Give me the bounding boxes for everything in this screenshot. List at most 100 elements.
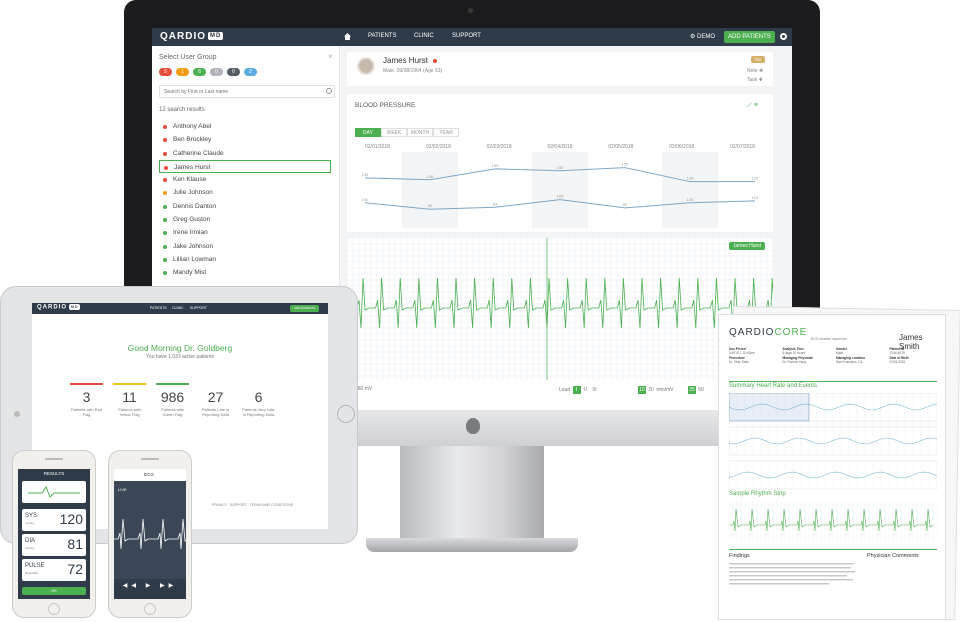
lead-i[interactable]: I	[572, 386, 581, 394]
range-tab[interactable]: YEAR	[433, 128, 459, 137]
nav-patients[interactable]: PATIENTS	[368, 33, 396, 39]
stat-value: 11	[122, 389, 137, 405]
pid-badge[interactable]: PID	[751, 56, 765, 63]
patient-name: Anthony Abel	[173, 123, 212, 130]
patient-list-item[interactable]: Irene Irmian	[159, 226, 331, 239]
flag-chip[interactable]: 1	[176, 68, 189, 76]
ecg-patient-label: James Hurst	[729, 242, 766, 250]
patient-list-item[interactable]: Jake Johnson	[159, 240, 331, 253]
range-tab[interactable]: DAY	[355, 128, 381, 137]
patient-list-item[interactable]: Anthony Abel	[159, 120, 331, 133]
stat-card[interactable]: 3 Patients with Red Flag	[70, 383, 103, 417]
stat-card[interactable]: 6 Patients Very Late in Reporting Data	[242, 383, 275, 417]
ecg-card: James Hurst 280 mV Lead I II III 10 20 mm/m…	[347, 238, 773, 410]
tablet-add-button[interactable]: ADD PATIENTS	[290, 305, 320, 312]
footer-terms[interactable]: TERMS AND CONDITIONS	[250, 503, 293, 507]
diastolic-value: 100	[687, 197, 694, 202]
diastolic-value: 105	[557, 194, 564, 199]
nav-support[interactable]: SUPPORT	[452, 33, 481, 39]
nav-clinic[interactable]: CLINIC	[414, 33, 434, 39]
patient-list-item[interactable]: Julie Johnson	[159, 186, 331, 199]
report-field: Managing Location San Francisco, CA	[836, 356, 866, 364]
stat-card[interactable]: 27 Patients Late in Reporting Data	[199, 383, 232, 417]
speed-10[interactable]: 10	[638, 386, 646, 394]
gear-icon-demo[interactable]: ⚙ DEMO	[690, 33, 715, 40]
patient-list-item[interactable]: James Hurst	[159, 159, 331, 174]
date-label: 02/04/2018	[547, 144, 573, 150]
speed-selector: 10 20 mm/mV	[638, 386, 674, 394]
flag-chip[interactable]: 2	[244, 68, 257, 76]
phone-ecg-trace	[114, 518, 186, 550]
top-nav: QARDIO MD PATIENTS CLINIC SUPPORT ⚙ DEMO …	[152, 28, 792, 46]
playback-controls[interactable]: ◀◀ ▶ ▶▶	[114, 579, 186, 599]
patient-name: Jake Johnson	[173, 242, 214, 250]
camera	[468, 8, 473, 13]
flag-dot	[163, 138, 167, 143]
patient-list-item[interactable]: Ken Klause	[159, 173, 331, 186]
vital-value: 72	[67, 561, 83, 577]
patient-list-item[interactable]: Mandy Mist	[159, 266, 331, 279]
home-icon[interactable]	[344, 33, 351, 40]
lead-ii[interactable]: II	[582, 386, 590, 394]
systolic-value: 136	[427, 174, 434, 179]
range-tab[interactable]: MONTH	[407, 128, 433, 137]
vital-card: DIA mmHg 81	[22, 534, 86, 556]
flag-chip[interactable]: 0	[227, 68, 240, 76]
patient-list-item[interactable]: Ben Brockley	[159, 133, 331, 146]
tablet-nav-patients[interactable]: PATIENTS	[150, 306, 167, 310]
tablet-nav-support[interactable]: SUPPORT	[190, 306, 207, 310]
stat-card[interactable]: 986 Patients with Green Flag	[156, 383, 189, 417]
stat-color-bar	[113, 383, 146, 385]
ok-button[interactable]: OK	[22, 587, 86, 595]
date-axis: 02/01/2018 02/02/2018 02/03/2018 02/04/2018…	[365, 144, 755, 150]
flag-chip[interactable]: 6	[193, 68, 206, 76]
patient-list: Anthony Abel Ben Brockley Catherine Claude…	[159, 120, 331, 280]
flag-dot	[163, 231, 167, 236]
footer-privacy[interactable]: PRIVACY	[212, 503, 227, 507]
settings-icon[interactable]	[780, 33, 787, 40]
lead-iii[interactable]: III	[591, 386, 599, 394]
bp-header: RESULTS	[43, 471, 65, 476]
patient-name[interactable]: James Hurst	[383, 56, 428, 65]
date-label: 02/06/2018	[669, 144, 695, 150]
patient-list-item[interactable]: Catherine Claude	[159, 147, 331, 160]
patient-list-item[interactable]: Lillian Lowman	[159, 253, 331, 266]
flag-chip[interactable]: 5	[159, 68, 172, 76]
star-icon[interactable]: ☆	[423, 56, 429, 64]
close-icon[interactable]: ×	[328, 52, 333, 61]
flag-chip[interactable]: 0	[210, 68, 223, 76]
search-input[interactable]	[159, 85, 335, 98]
patient-list-item[interactable]: Greg Guston	[159, 213, 331, 226]
chart-toggle-icon[interactable]: ⟋ ≡	[747, 102, 758, 110]
vital-card: PULSE Beats/Min 72	[22, 559, 86, 581]
stat-color-bar	[156, 383, 189, 385]
patient-name: Irene Irmian	[173, 229, 208, 237]
avatar[interactable]	[357, 57, 375, 75]
apple-logo-icon	[466, 418, 480, 434]
phone-home-button[interactable]	[48, 603, 60, 615]
note-link[interactable]: Note ✚	[747, 68, 763, 74]
tablet-home-button[interactable]	[337, 405, 355, 423]
patient-name: Dennis Danton	[173, 202, 216, 210]
lead-selector: Lead I II III	[559, 386, 599, 394]
search-icon[interactable]	[326, 88, 332, 94]
patient-list-item[interactable]: Dennis Danton	[159, 200, 331, 213]
app-logo[interactable]: QARDIO MD	[160, 31, 224, 42]
gain-50[interactable]: 50	[697, 386, 705, 394]
summary-chart	[729, 393, 937, 490]
range-tab[interactable]: WEEK	[381, 128, 407, 137]
tablet-nav-clinic[interactable]: CLINIC	[172, 306, 183, 310]
footer-support[interactable]: SUPPORT	[230, 503, 247, 507]
ecg-strip	[347, 238, 773, 380]
ecg-trace	[347, 277, 773, 329]
stat-label: Patients with Red Flag	[70, 407, 103, 417]
task-link[interactable]: Task ✚	[747, 77, 763, 83]
add-patients-button[interactable]: ADD PATIENTS	[724, 31, 775, 43]
phone-home-button[interactable]	[144, 603, 156, 615]
speed-20[interactable]: 20	[647, 386, 655, 394]
gain-25[interactable]: 25	[688, 386, 696, 394]
patient-name: Mandy Mist	[173, 269, 207, 277]
systolic-value: 133	[687, 176, 694, 181]
stat-card[interactable]: 11 Patients with Yellow Flag	[113, 383, 146, 417]
tablet-logo[interactable]: QARDIO MD	[37, 304, 81, 311]
